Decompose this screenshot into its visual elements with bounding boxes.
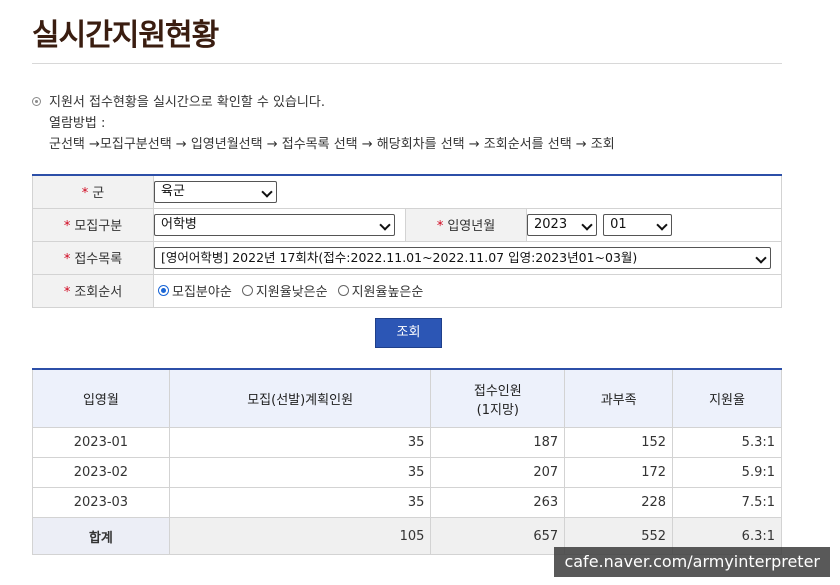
required-mark: * (436, 219, 444, 234)
list-label: * 접수목록 (32, 240, 154, 275)
required-mark: * (63, 285, 71, 300)
search-button[interactable]: 조회 (375, 318, 442, 348)
radio-icon[interactable] (158, 285, 169, 296)
recruit-select[interactable]: 어학병 (154, 213, 395, 236)
info-text: 지원서 접수현황을 실시간으로 확인할 수 있습니다. (49, 95, 325, 110)
info-line-1: 지원서 접수현황을 실시간으로 확인할 수 있습니다. (32, 92, 615, 113)
result-table: 입영월 모집(선발)계획인원 접수인원 (1지망) 과부족 지원율 2023-0… (32, 368, 782, 555)
cell-rate: 7.5:1 (672, 487, 782, 518)
table-row: 2023-03 35 263 228 7.5:1 (32, 487, 782, 518)
chevron-down-icon (755, 251, 767, 264)
order-radio-1[interactable]: 모집분야순 (158, 281, 232, 300)
circle-bullet-icon (32, 97, 41, 106)
enlist-month-select[interactable]: 01 (603, 213, 673, 236)
cell-applied: 263 (430, 487, 566, 518)
table-row: 2023-02 35 207 172 5.9:1 (32, 457, 782, 488)
table-header-row: 입영월 모집(선발)계획인원 접수인원 (1지망) 과부족 지원율 (32, 368, 782, 428)
cell-total-label: 합계 (32, 517, 170, 555)
table-row: 2023-01 35 187 152 5.3:1 (32, 427, 782, 458)
info-line-3: 군선택 →모집구분선택 → 입영년월선택 → 접수목록 선택 → 해당회차를 선… (49, 137, 615, 152)
radio-icon[interactable] (337, 285, 349, 296)
cell-surplus: 152 (564, 427, 674, 458)
cell-rate: 5.9:1 (672, 457, 782, 488)
col-header-planned: 모집(선발)계획인원 (168, 368, 432, 428)
cell-planned: 35 (168, 427, 432, 458)
branch-select[interactable]: 육군 (154, 180, 277, 203)
watermark: cafe.naver.com/armyinterpreter (554, 547, 830, 577)
cell-planned: 35 (168, 457, 432, 488)
cell-planned: 35 (168, 487, 432, 518)
enlist-label: * 입영년월 (405, 207, 527, 242)
cell-month: 2023-03 (32, 487, 170, 518)
chevron-down-icon (581, 218, 593, 231)
info-line-2: 열람방법 : (49, 116, 106, 131)
cell-surplus: 172 (564, 457, 674, 488)
chevron-down-icon (261, 186, 273, 198)
required-mark: * (81, 186, 89, 202)
order-radio-3[interactable]: 지원율높은순 (337, 281, 423, 300)
cell-total-applied: 657 (430, 517, 566, 555)
col-header-applied: 접수인원 (1지망) (430, 368, 566, 428)
cell-applied: 187 (430, 427, 566, 458)
info-box: 지원서 접수현황을 실시간으로 확인할 수 있습니다. 열람방법 : 군선택 →… (32, 92, 615, 155)
order-radio-2[interactable]: 지원율낮은순 (241, 281, 328, 300)
chevron-down-icon (656, 218, 668, 231)
title-divider (32, 63, 782, 64)
branch-label: * 군 (32, 174, 154, 209)
cell-rate: 5.3:1 (672, 427, 782, 458)
cell-applied: 207 (430, 457, 566, 488)
col-header-month: 입영월 (32, 368, 170, 428)
order-radio-group: 모집분야순 지원율낮은순 지원율높은순 (154, 281, 781, 300)
search-form: * 군 육군 * 모집구분 어학병 * 입영년월 2023 01 * 접수목록 … (32, 174, 782, 308)
cell-surplus: 228 (564, 487, 674, 518)
enlist-year-select[interactable]: 2023 (527, 213, 597, 236)
col-header-rate: 지원율 (672, 368, 782, 428)
col-header-surplus: 과부족 (564, 368, 674, 428)
list-select[interactable]: [영어어학병] 2022년 17회차(접수:2022.11.01~2022.11… (154, 246, 771, 269)
cell-month: 2023-01 (32, 427, 170, 458)
recruit-label: * 모집구분 (32, 207, 154, 242)
page-title: 실시간지원현황 (32, 18, 219, 53)
cell-total-planned: 105 (168, 517, 432, 555)
radio-icon[interactable] (241, 285, 253, 296)
required-mark: * (63, 252, 71, 267)
chevron-down-icon (379, 218, 391, 231)
cell-month: 2023-02 (32, 457, 170, 488)
order-label: * 조회순서 (32, 273, 154, 308)
required-mark: * (63, 219, 71, 234)
